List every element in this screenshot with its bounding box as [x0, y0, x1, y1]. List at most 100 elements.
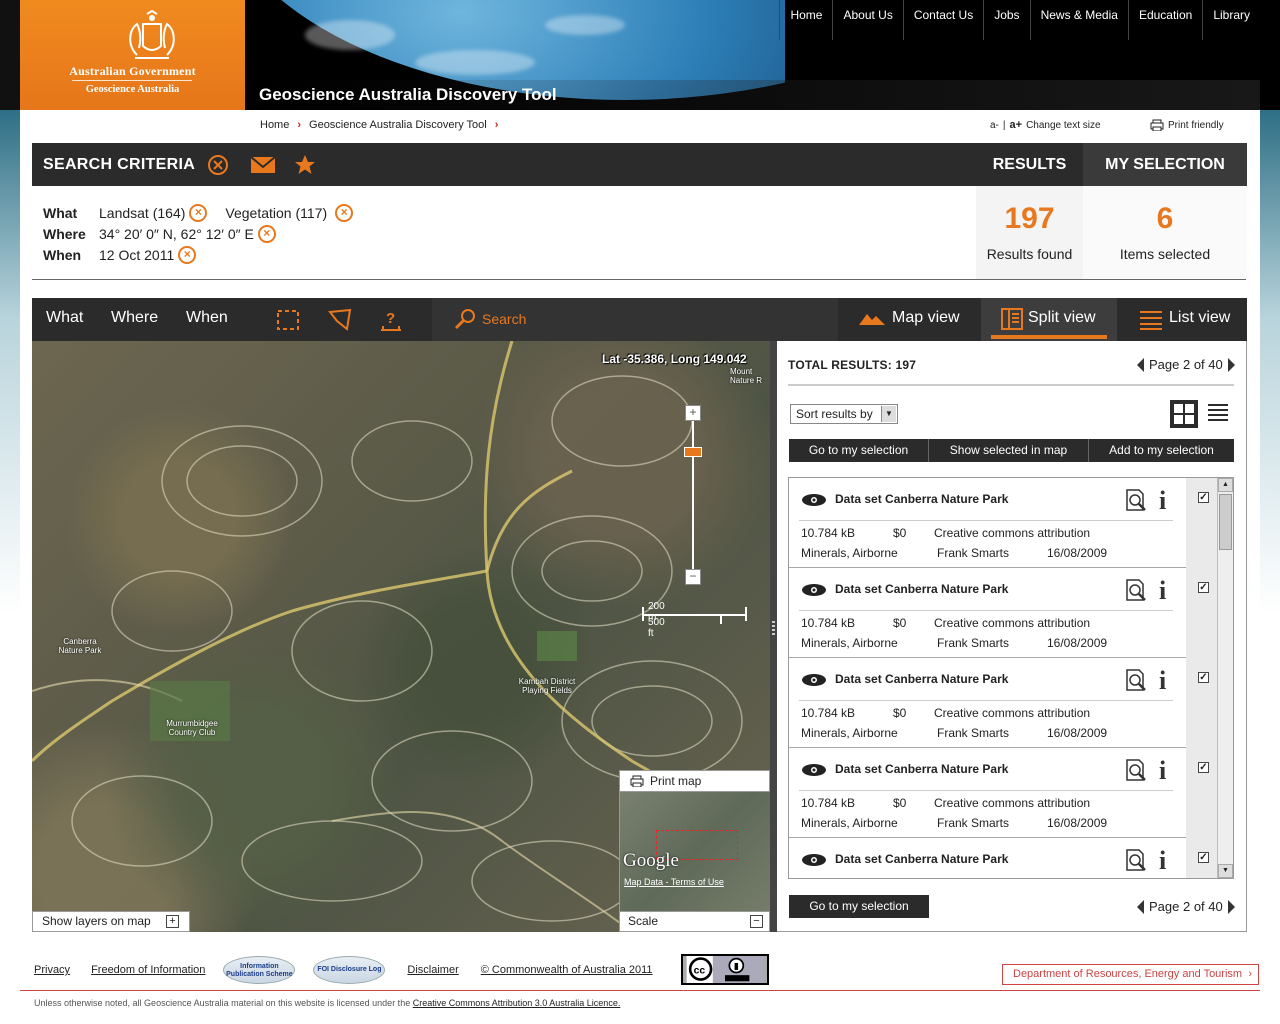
preview-icon[interactable] — [1125, 488, 1147, 512]
text-larger-button[interactable]: a+ — [1010, 119, 1023, 131]
map-view-button[interactable]: Map view — [838, 298, 981, 341]
next-page-icon[interactable] — [1227, 899, 1235, 914]
map-terms-link[interactable]: Map Data - Terms of Use — [624, 877, 724, 887]
list-view-button[interactable]: List view — [1117, 298, 1247, 341]
government-logo[interactable]: Australian Government Geoscience Austral… — [20, 0, 245, 110]
expand-layers-button[interactable]: + — [166, 915, 179, 928]
department-link[interactable]: Department of Resources, Energy and Tour… — [1002, 964, 1259, 985]
select-checkbox[interactable]: ✓ — [1198, 762, 1209, 773]
grid-view-icon[interactable] — [1170, 400, 1198, 428]
zoom-out-button[interactable]: − — [685, 569, 701, 585]
tab-where[interactable]: Where — [111, 309, 158, 327]
show-selected-in-map-button[interactable]: Show selected in map — [929, 439, 1089, 462]
select-checkbox[interactable]: ✓ — [1198, 852, 1209, 863]
show-layers-panel[interactable]: Show layers on map + — [32, 911, 190, 932]
eye-icon[interactable] — [801, 853, 827, 867]
result-license: Creative commons attribution — [934, 796, 1091, 810]
footer-copyright-link[interactable]: © Commonwealth of Australia 2011 — [481, 964, 653, 976]
select-checkbox[interactable]: ✓ — [1198, 492, 1209, 503]
star-icon[interactable] — [294, 154, 316, 176]
collapse-scale-button[interactable]: − — [750, 915, 763, 928]
nav-jobs[interactable]: Jobs — [983, 0, 1029, 40]
license-link[interactable]: Creative Commons Attribution 3.0 Austral… — [413, 998, 621, 1008]
eye-icon[interactable] — [801, 493, 827, 507]
remove-when-icon[interactable]: × — [178, 246, 197, 264]
go-to-selection-bottom-button[interactable]: Go to my selection — [789, 895, 929, 918]
remove-where-icon[interactable]: × — [257, 225, 276, 243]
list-layout-icon[interactable] — [1208, 404, 1228, 422]
nav-contact-us[interactable]: Contact Us — [902, 0, 983, 40]
tab-when[interactable]: When — [186, 309, 228, 327]
results-scrollbar[interactable]: ▲ ▼ — [1217, 478, 1233, 878]
footer-disclaimer-link[interactable]: Disclaimer — [407, 964, 458, 976]
select-checkbox[interactable]: ✓ — [1198, 672, 1209, 683]
eye-icon[interactable] — [801, 673, 827, 687]
zoom-in-button[interactable]: + — [685, 405, 701, 421]
tab-results[interactable]: RESULTS — [976, 143, 1083, 186]
select-checkbox[interactable]: ✓ — [1198, 582, 1209, 593]
eye-icon[interactable] — [801, 583, 827, 597]
result-title[interactable]: Data set Canberra Nature Park — [835, 762, 1008, 776]
result-item[interactable]: Data set Canberra Nature Park i ✓ 10.784… — [789, 568, 1217, 658]
nav-news-media[interactable]: News & Media — [1029, 0, 1128, 40]
next-page-icon[interactable] — [1227, 357, 1235, 372]
result-title[interactable]: Data set Canberra Nature Park — [835, 852, 1008, 866]
result-item[interactable]: Data set Canberra Nature Park i ✓ 10.784… — [789, 658, 1217, 748]
overview-map[interactable]: Google Map Data - Terms of Use — [619, 792, 770, 912]
zoom-slider-track[interactable] — [692, 413, 694, 578]
previous-page-icon[interactable] — [1137, 357, 1144, 372]
preview-icon[interactable] — [1125, 758, 1147, 782]
foi-log-badge[interactable]: FOI Disclosure Log — [313, 956, 386, 984]
footer-privacy-link[interactable]: Privacy — [34, 964, 70, 976]
info-icon[interactable]: i — [1159, 486, 1166, 516]
print-map-button[interactable]: Print map — [619, 770, 770, 792]
info-icon[interactable]: i — [1159, 756, 1166, 786]
result-license: Creative commons attribution — [934, 616, 1091, 630]
preview-icon[interactable] — [1125, 668, 1147, 692]
ips-badge[interactable]: Information Publication Scheme — [223, 956, 296, 984]
info-icon[interactable]: i — [1159, 846, 1166, 876]
tab-what[interactable]: What — [46, 309, 83, 327]
satellite-map[interactable]: Canberra Nature Park Murrumbidgee Countr… — [32, 341, 770, 932]
result-item[interactable]: Data set Canberra Nature Park i ✓ — [789, 838, 1217, 878]
result-title[interactable]: Data set Canberra Nature Park — [835, 492, 1008, 506]
polygon-tool-icon[interactable] — [327, 307, 353, 333]
remove-landsat-icon[interactable]: × — [189, 204, 208, 222]
result-item[interactable]: Data set Canberra Nature Park i ✓ 10.784… — [789, 748, 1217, 838]
nav-education[interactable]: Education — [1127, 0, 1202, 40]
info-icon[interactable]: i — [1159, 576, 1166, 606]
sort-results-select[interactable]: Sort results by ▼ — [790, 404, 898, 424]
previous-page-icon[interactable] — [1137, 899, 1144, 914]
go-to-selection-button[interactable]: Go to my selection — [789, 439, 929, 462]
breadcrumb-current[interactable]: Geoscience Australia Discovery Tool — [309, 119, 487, 131]
tab-my-selection[interactable]: MY SELECTION — [1083, 143, 1247, 186]
scroll-up-icon[interactable]: ▲ — [1218, 478, 1233, 492]
scroll-thumb[interactable] — [1219, 494, 1232, 550]
split-view-button[interactable]: Split view — [981, 298, 1117, 341]
text-smaller-button[interactable]: a- — [990, 120, 999, 131]
preview-icon[interactable] — [1125, 578, 1147, 602]
nav-about-us[interactable]: About Us — [832, 0, 902, 40]
preview-icon[interactable] — [1125, 848, 1147, 872]
scroll-down-icon[interactable]: ▼ — [1218, 864, 1233, 878]
point-query-icon[interactable]: ? — [378, 307, 404, 333]
search-button[interactable]: Search — [432, 298, 838, 341]
select-area-icon[interactable] — [275, 307, 301, 333]
zoom-slider-handle[interactable] — [684, 447, 702, 457]
eye-icon[interactable] — [801, 763, 827, 777]
nav-home[interactable]: Home — [779, 0, 832, 40]
result-title[interactable]: Data set Canberra Nature Park — [835, 582, 1008, 596]
result-item[interactable]: Data set Canberra Nature Park i ✓ 10.784… — [789, 478, 1217, 568]
footer-foi-link[interactable]: Freedom of Information — [91, 964, 205, 976]
split-view-divider[interactable] — [770, 341, 777, 932]
breadcrumb-home[interactable]: Home — [260, 119, 289, 131]
clear-criteria-icon[interactable] — [207, 154, 229, 176]
email-icon[interactable] — [250, 154, 276, 176]
remove-vegetation-icon[interactable]: × — [335, 204, 354, 222]
nav-library[interactable]: Library — [1202, 0, 1260, 40]
add-to-selection-button[interactable]: Add to my selection — [1089, 439, 1234, 462]
info-icon[interactable]: i — [1159, 666, 1166, 696]
creative-commons-icon[interactable]: cc — [681, 954, 769, 985]
print-friendly-link[interactable]: Print friendly — [1150, 119, 1224, 131]
result-title[interactable]: Data set Canberra Nature Park — [835, 672, 1008, 686]
